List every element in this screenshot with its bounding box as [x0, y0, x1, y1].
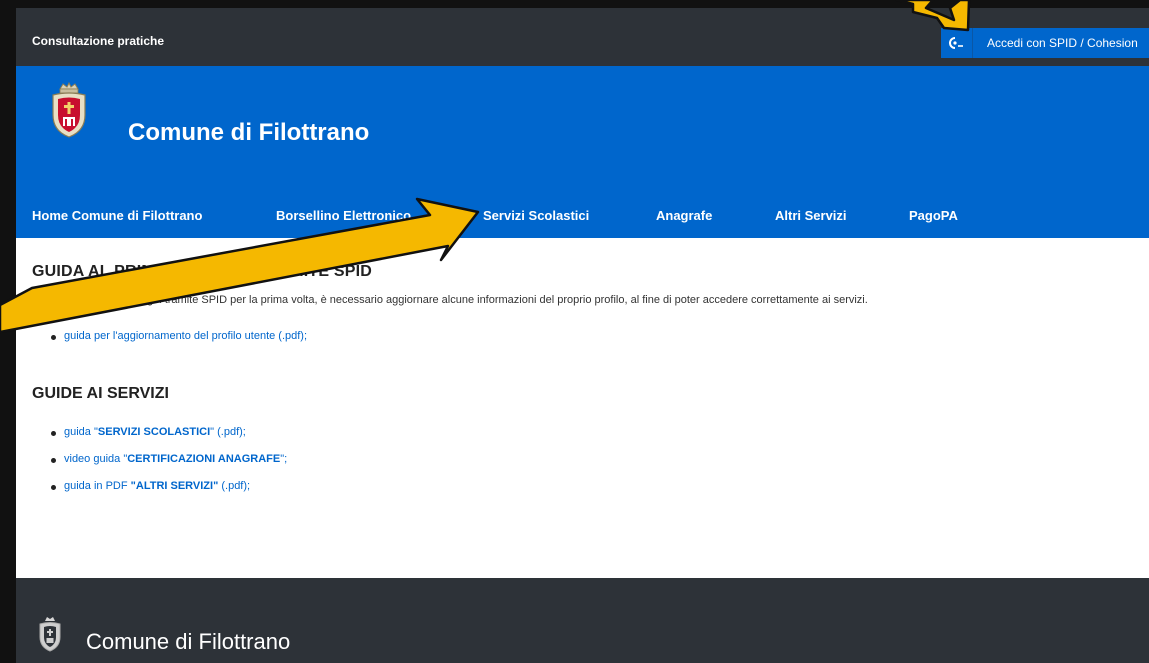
- footer-coat-of-arms-icon: [39, 617, 61, 652]
- list-item: guida "SERVIZI SCOLASTICI" (.pdf);: [51, 426, 246, 438]
- site-title[interactable]: Comune di Filottrano: [128, 119, 369, 147]
- profile-update-guide-link[interactable]: guida per l'aggiornamento del profilo ut…: [64, 330, 307, 342]
- link-prefix: guida in PDF: [64, 480, 131, 492]
- nav-item-borsellino[interactable]: Borsellino Elettronico: [276, 208, 411, 223]
- topbar-title: Consultazione pratiche: [32, 34, 165, 48]
- nav-item-pagopa[interactable]: PagoPA: [909, 208, 958, 223]
- link-suffix: ";: [280, 453, 288, 465]
- nav-item-home[interactable]: Home Comune di Filottrano: [32, 208, 202, 223]
- link-bold: "ALTRI SERVIZI": [130, 480, 219, 492]
- guide-spid-heading: GUIDA AL PRIMO ACCESSO TRAMITE SPID: [32, 263, 373, 280]
- guide-spid-intro: Dopo aver eseguito il login tramite SPID…: [32, 294, 868, 306]
- guide-altri-servizi-link[interactable]: guida in PDF "ALTRI SERVIZI" (.pdf);: [64, 480, 250, 492]
- link-prefix: guida ": [64, 426, 98, 438]
- footer-site-title[interactable]: Comune di Filottrano: [86, 629, 290, 655]
- link-prefix: video guida ": [64, 453, 128, 465]
- link-suffix: (.pdf);: [218, 480, 251, 492]
- link-bold: CERTIFICAZIONI ANAGRAFE: [127, 453, 281, 465]
- main-nav: Home Comune di Filottrano Borsellino Ele…: [16, 192, 1149, 238]
- list-item: guida per l'aggiornamento del profilo ut…: [50, 330, 307, 342]
- link-bold: SERVIZI SCOLASTICI: [97, 426, 211, 438]
- site-header: Comune di Filottrano: [16, 66, 1149, 192]
- main-content: GUIDA AL PRIMO ACCESSO TRAMITE SPID Dopo…: [16, 238, 1149, 578]
- spid-login-button[interactable]: Accedi con SPID / Cohesion: [941, 28, 1149, 58]
- site-footer: Comune di Filottrano: [16, 578, 1149, 663]
- spid-login-label: Accedi con SPID / Cohesion: [987, 36, 1138, 50]
- guide-servizi-heading: GUIDE AI SERVIZI: [32, 385, 169, 402]
- list-item: guida in PDF "ALTRI SERVIZI" (.pdf);: [50, 480, 250, 492]
- video-guide-anagrafe-link[interactable]: video guida "CERTIFICAZIONI ANAGRAFE";: [64, 453, 287, 465]
- nav-item-servizi-scolastici[interactable]: Servizi Scolastici: [483, 208, 589, 223]
- top-bar: Consultazione pratiche Accedi con SPID /…: [16, 8, 1149, 66]
- guide-servizi-scolastici-link[interactable]: guida "SERVIZI SCOLASTICI" (.pdf);: [64, 426, 246, 438]
- spid-login-icon: [941, 28, 973, 58]
- link-suffix: " (.pdf);: [210, 426, 246, 438]
- nav-item-anagrafe[interactable]: Anagrafe: [656, 208, 712, 223]
- nav-item-altri-servizi[interactable]: Altri Servizi: [775, 208, 847, 223]
- list-item: video guida "CERTIFICAZIONI ANAGRAFE";: [50, 453, 287, 465]
- coat-of-arms-icon[interactable]: [47, 81, 91, 139]
